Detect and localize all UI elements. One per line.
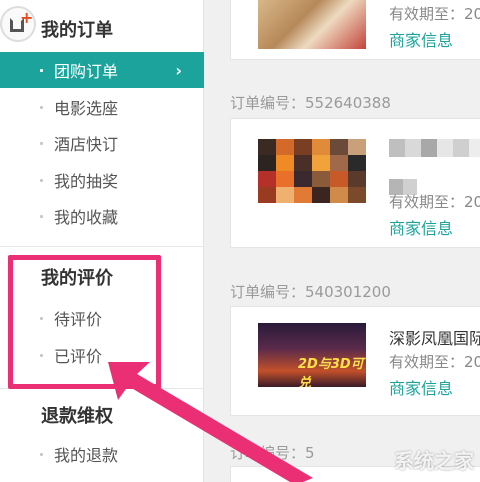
sidebar-item-favorites[interactable]: 我的收藏	[0, 198, 204, 234]
add-order-icon[interactable]: +	[0, 6, 36, 42]
section-title-refunds: 退款维权	[41, 406, 113, 427]
sidebar-item-lottery[interactable]: 我的抽奖	[0, 162, 204, 198]
highlight-box	[8, 255, 161, 389]
sidebar: + 我的订单 团购订单 › 电影选座 酒店快订 我的抽奖 我的收藏 我的评价 待…	[0, 0, 204, 482]
sidebar-item-label: 团购订单	[54, 62, 119, 81]
merchant-info-link[interactable]: 商家信息	[389, 215, 453, 239]
deal-title[interactable]: 深影凤凰国际	[389, 325, 480, 349]
sidebar-item-label: 酒店快订	[54, 135, 119, 154]
sidebar-item-group-orders[interactable]: 团购订单 ›	[0, 52, 204, 88]
order-list: 有效期至：20 商家信息 订单编号：552640388 有效期至：20 商家信息…	[205, 0, 480, 482]
title-pixelated	[389, 139, 480, 195]
order-card: 2D与3D可兑 深影凤凰国际 有效期至：20 商家信息	[230, 306, 480, 416]
deal-thumbnail[interactable]	[258, 139, 366, 203]
order-number: 订单编号：540301200	[230, 283, 391, 301]
deal-thumbnail[interactable]	[258, 0, 366, 49]
section-title-orders: 我的订单	[41, 20, 113, 41]
bullet-icon	[40, 141, 43, 145]
valid-until: 有效期至：20	[389, 5, 480, 23]
bullet-icon	[40, 178, 43, 182]
watermark-logo: 系统之家	[394, 449, 474, 473]
merchant-info-link[interactable]: 商家信息	[389, 375, 453, 399]
sidebar-item-label: 电影选座	[54, 99, 119, 118]
sidebar-item-hotel[interactable]: 酒店快订	[0, 125, 204, 161]
valid-until: 有效期至：20	[389, 353, 480, 371]
order-card: 有效期至：20 商家信息	[230, 0, 480, 60]
order-number: 订单编号：5	[230, 444, 315, 462]
thumbnail-caption: 2D与3D可兑	[298, 357, 364, 387]
order-number: 订单编号：552640388	[230, 94, 391, 112]
bullet-icon	[40, 105, 43, 109]
bullet-icon	[40, 214, 43, 218]
divider	[0, 246, 204, 247]
order-card: 有效期至：20 商家信息	[230, 118, 480, 248]
sidebar-item-label: 我的抽奖	[54, 172, 119, 191]
chevron-right-icon: ›	[175, 60, 182, 80]
valid-until: 有效期至：20	[389, 193, 480, 211]
sidebar-item-label: 我的退款	[54, 446, 119, 465]
bullet-icon	[40, 68, 43, 72]
deal-thumbnail[interactable]: 2D与3D可兑	[258, 323, 366, 387]
sidebar-item-movie-seats[interactable]: 电影选座	[0, 89, 204, 125]
sidebar-item-label: 我的收藏	[54, 208, 119, 227]
merchant-info-link[interactable]: 商家信息	[389, 27, 453, 51]
bullet-icon	[40, 452, 43, 456]
sidebar-item-my-refunds[interactable]: 我的退款	[0, 436, 204, 472]
